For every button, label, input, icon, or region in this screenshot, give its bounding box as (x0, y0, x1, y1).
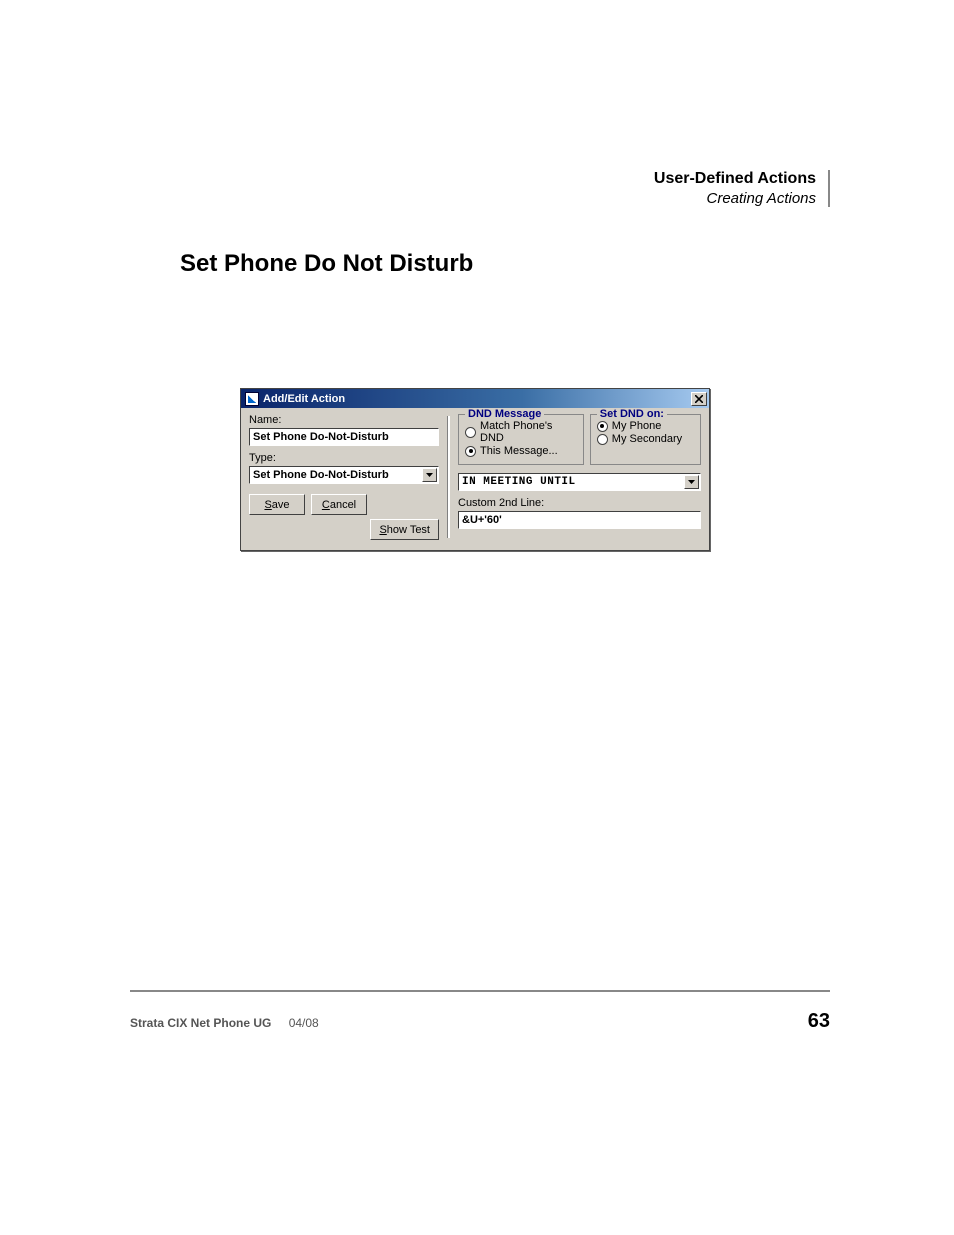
custom-2nd-line-label: Custom 2nd Line: (458, 497, 701, 509)
show-test-button[interactable]: Show Test (370, 519, 439, 540)
dnd-message-combo[interactable]: IN MEETING UNTIL (458, 473, 701, 491)
save-button[interactable]: Save (249, 494, 305, 515)
radio-icon (597, 421, 608, 432)
footer-doc-title: Strata CIX Net Phone UG (130, 1016, 271, 1030)
dnd-message-combo-value: IN MEETING UNTIL (462, 476, 576, 488)
radio-icon (465, 427, 476, 438)
type-combo-value: Set Phone Do-Not-Disturb (253, 469, 389, 481)
close-icon (695, 395, 703, 403)
radio-label: This Message... (480, 445, 558, 457)
name-label: Name: (249, 414, 439, 426)
radio-label: Match Phone's DND (480, 420, 577, 444)
radio-icon (597, 434, 608, 445)
radio-match-phone-dnd[interactable]: Match Phone's DND (465, 420, 577, 444)
page-footer: Strata CIX Net Phone UG 04/08 63 (130, 990, 830, 1033)
close-button[interactable] (691, 392, 707, 406)
app-icon (245, 392, 259, 406)
radio-label: My Phone (612, 420, 662, 432)
type-combo[interactable]: Set Phone Do-Not-Disturb (249, 466, 439, 484)
divider (447, 416, 450, 538)
custom-2nd-line-value: &U+'60' (462, 514, 502, 526)
name-input[interactable]: Set Phone Do-Not-Disturb (249, 428, 439, 446)
dialog-title: Add/Edit Action (263, 393, 345, 405)
chevron-down-icon (422, 468, 437, 482)
footer-date: 04/08 (289, 1016, 319, 1030)
section-title: Set Phone Do Not Disturb (180, 250, 473, 278)
radio-icon (465, 446, 476, 457)
radio-my-phone[interactable]: My Phone (597, 420, 694, 432)
dnd-message-fieldset: DND Message Match Phone's DND This Messa… (458, 414, 584, 465)
radio-label: My Secondary (612, 433, 682, 445)
name-input-value: Set Phone Do-Not-Disturb (253, 431, 389, 443)
dialog-titlebar[interactable]: Add/Edit Action (241, 389, 709, 408)
add-edit-action-dialog: Add/Edit Action Name: Set Phone Do-Not-D… (240, 388, 710, 551)
footer-page-number: 63 (808, 1010, 830, 1033)
custom-2nd-line-input[interactable]: &U+'60' (458, 511, 701, 529)
chevron-down-icon (684, 475, 699, 489)
header-title: User-Defined Actions (654, 170, 816, 188)
radio-this-message[interactable]: This Message... (465, 445, 577, 457)
cancel-button[interactable]: Cancel (311, 494, 367, 515)
set-dnd-on-fieldset: Set DND on: My Phone My Secondary (590, 414, 701, 465)
type-label: Type: (249, 452, 439, 464)
header-subtitle: Creating Actions (654, 190, 816, 207)
dnd-message-legend: DND Message (465, 408, 544, 420)
page-header: User-Defined Actions Creating Actions (654, 170, 830, 207)
set-dnd-on-legend: Set DND on: (597, 408, 667, 420)
radio-my-secondary[interactable]: My Secondary (597, 433, 694, 445)
